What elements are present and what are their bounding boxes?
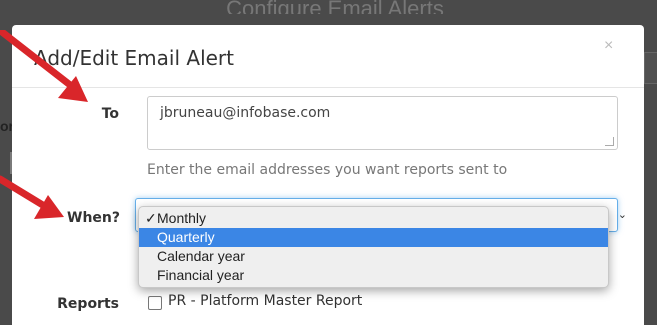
background-panel	[644, 52, 657, 84]
option-label: Monthly	[157, 210, 207, 226]
to-help-text: Enter the email addresses you want repor…	[147, 162, 508, 178]
annotation-arrow-when	[0, 175, 64, 219]
option-quarterly[interactable]: Quarterly	[139, 228, 608, 247]
to-email-field[interactable]: jbruneau@infobase.com	[147, 96, 618, 150]
background-page-title: Configure Email Alerts	[226, 0, 444, 14]
option-financial-year[interactable]: Financial year	[139, 266, 608, 285]
resize-handle-icon[interactable]	[605, 137, 614, 146]
reports-label: Reports	[57, 296, 119, 312]
annotation-arrow-to	[0, 30, 88, 102]
report-checkbox-label: PR - Platform Master Report	[168, 293, 363, 309]
report-checkbox[interactable]	[148, 296, 162, 310]
option-label: Financial year	[157, 267, 245, 283]
option-calendar-year[interactable]: Calendar year	[139, 247, 608, 266]
close-icon[interactable]: ×	[604, 37, 613, 55]
option-label: Quarterly	[157, 229, 215, 245]
checkmark-icon: ✓	[145, 210, 157, 226]
option-monthly[interactable]: ✓Monthly	[139, 209, 608, 228]
to-email-value: jbruneau@infobase.com	[160, 105, 331, 121]
when-dropdown-list: ✓Monthly Quarterly Calendar year Financi…	[138, 206, 609, 288]
chevron-down-icon: ⌄	[617, 209, 627, 221]
modal-header: Add/Edit Email Alert ×	[12, 25, 644, 88]
option-label: Calendar year	[157, 248, 245, 264]
